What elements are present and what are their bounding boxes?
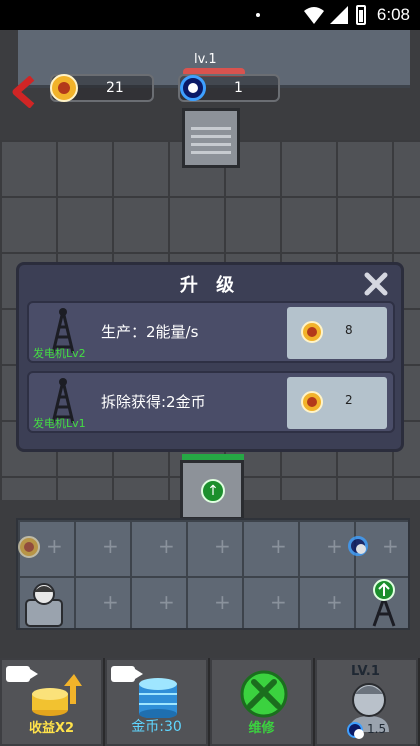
demolish-option: 发电机Lv1 拆除获得:2金币 2 [27, 371, 395, 433]
demolish-button[interactable]: 2 [287, 377, 387, 429]
add-slot-icon[interactable]: + [270, 590, 287, 614]
status-bar: 6:08 [0, 0, 420, 30]
energy-counter: 1 [178, 74, 280, 102]
upgrade-button[interactable]: 8 [287, 307, 387, 359]
sleeping-character-icon[interactable] [24, 580, 64, 628]
energy-icon [347, 722, 364, 739]
tower-level-label: 发电机Lv2 [33, 347, 86, 360]
wifi-icon [304, 7, 324, 24]
character-level-button[interactable]: LV.1 1.5 [315, 658, 418, 746]
coin-icon [50, 74, 78, 102]
add-slot-icon[interactable]: + [158, 534, 175, 558]
energy-icon [180, 75, 206, 101]
room-level-label: lv.1 [194, 52, 217, 67]
signal-icon [330, 6, 348, 24]
demolish-reward: 2 [345, 393, 353, 407]
upgrade-dialog: 升 级 发电机Lv2 生产：2能量/s 8 发电机Lv1 拆除获得:2金币 2 [16, 262, 404, 452]
generator-tower-icon[interactable] [364, 578, 404, 628]
gold-stack-icon [32, 674, 82, 716]
upgrade-arrow-icon[interactable]: ↑ [201, 479, 225, 503]
coin-income-icon [18, 536, 40, 558]
middle-door[interactable]: ↑ [180, 460, 244, 520]
add-slot-icon[interactable]: + [46, 534, 63, 558]
add-slot-icon[interactable]: + [326, 590, 343, 614]
coin-icon [301, 391, 323, 413]
coin-count: 21 [106, 80, 124, 96]
wrench-icon [240, 670, 288, 718]
add-slot-icon[interactable]: + [214, 590, 231, 614]
energy-income-icon [348, 536, 368, 556]
upgrade-option: 发电机Lv2 生产：2能量/s 8 [27, 301, 395, 363]
back-arrow-icon[interactable] [10, 76, 38, 108]
upgrade-description: 生产：2能量/s [101, 323, 199, 341]
video-ad-icon [6, 666, 38, 682]
add-slot-icon[interactable]: + [326, 534, 343, 558]
close-icon[interactable] [363, 271, 389, 297]
demolish-description: 拆除获得:2金币 [101, 393, 206, 411]
battery-icon [356, 5, 366, 25]
add-slot-icon[interactable]: + [214, 534, 231, 558]
notification-dot-icon [256, 13, 260, 17]
tower-level-label: 发电机Lv1 [33, 417, 86, 430]
upgrade-cost: 8 [345, 323, 353, 337]
character-level-label: LV.1 [351, 664, 380, 679]
top-door[interactable] [182, 108, 240, 168]
coin-icon [301, 321, 323, 343]
energy-count: 1 [234, 80, 243, 96]
game-scene: lv.1 21 1 升 级 发电机Lv2 生产：2能量/s 8 发电机Lv1 拆… [0, 30, 420, 658]
coin-counter: 21 [50, 74, 154, 102]
repair-label: 维修 [248, 721, 275, 736]
clock: 6:08 [376, 5, 410, 24]
character-level-sub: 1.5 [367, 722, 387, 736]
blue-coin-stack-icon [139, 678, 177, 718]
build-grid: + + + + + + + + + + + + [16, 518, 410, 630]
add-slot-icon[interactable]: + [382, 534, 399, 558]
double-income-label: 收益X2 [28, 721, 75, 736]
repair-button[interactable]: 维修 [210, 658, 313, 746]
gold-button[interactable]: 金币:30 [105, 658, 208, 746]
add-slot-icon[interactable]: + [102, 590, 119, 614]
bottom-toolbar: 收益X2 金币:30 维修 LV.1 1.5 [0, 658, 420, 746]
add-slot-icon[interactable]: + [158, 590, 175, 614]
double-income-button[interactable]: 收益X2 [0, 658, 103, 746]
add-slot-icon[interactable]: + [270, 534, 287, 558]
dialog-title: 升 级 [179, 275, 241, 296]
gold-label: 金币:30 [131, 719, 182, 735]
add-slot-icon[interactable]: + [102, 534, 119, 558]
